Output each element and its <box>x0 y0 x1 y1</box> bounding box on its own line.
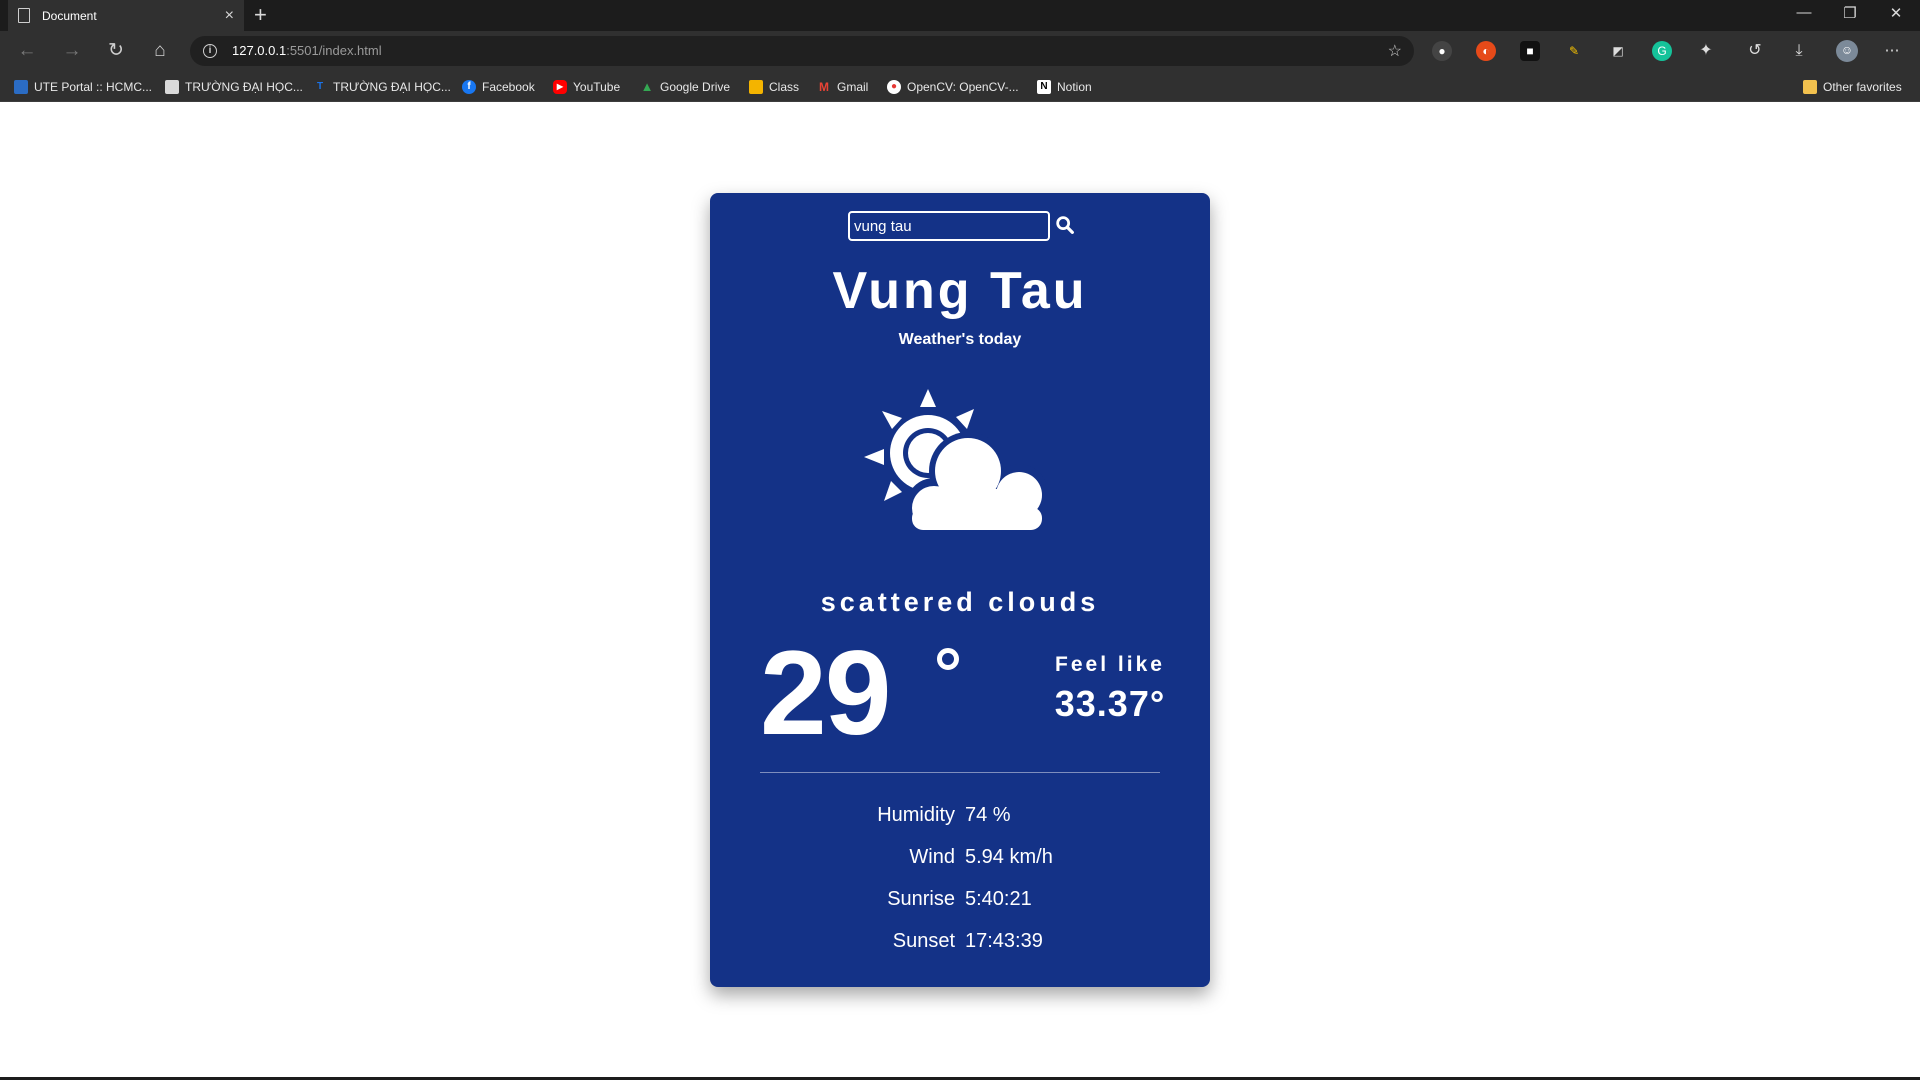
detail-row-wind: Wind 5.94 km/h <box>710 846 1210 876</box>
bookmark-item[interactable]: Class <box>749 71 799 102</box>
bookmark-label: UTE Portal :: HCMC... <box>34 79 153 94</box>
bookmark-item[interactable]: TRƯỜNG ĐẠI HỌC... <box>165 71 303 102</box>
profile-avatar[interactable]: ☺ <box>1836 40 1858 62</box>
extensions-puzzle-icon[interactable]: ✦ <box>1696 41 1716 61</box>
site-info-icon[interactable]: i <box>203 44 217 58</box>
bookmark-label: Notion <box>1057 79 1092 94</box>
bookmark-item[interactable]: ● OpenCV: OpenCV-... <box>887 71 1019 102</box>
city-search-input[interactable] <box>848 211 1050 241</box>
opencv-icon: ● <box>887 79 901 94</box>
bookmark-label: Class <box>769 79 800 94</box>
tab-close-button[interactable]: × <box>225 7 234 24</box>
minimize-icon[interactable]: — <box>1794 4 1814 21</box>
bookmark-item[interactable]: ▲ Google Drive <box>640 71 730 102</box>
address-bar[interactable]: i 127.0.0.1:5501/index.html ☆ <box>190 36 1414 66</box>
bookmark-label: Google Drive <box>660 79 731 94</box>
weather-card: Vung Tau Weather's today <box>710 193 1210 987</box>
history-icon[interactable]: ↺ <box>1745 41 1765 61</box>
weather-subtitle: Weather's today <box>898 331 1022 348</box>
detail-label: Sunrise <box>887 888 955 910</box>
bookmark-item[interactable]: T TRƯỜNG ĐẠI HỌC... <box>313 71 451 102</box>
bookmark-label: Facebook <box>482 79 535 94</box>
extension-icon[interactable]: ◩ <box>1608 41 1628 61</box>
url-host: 127.0.0.1 <box>232 43 287 58</box>
folder-icon <box>1803 79 1817 94</box>
notion-icon: N <box>1037 79 1051 94</box>
temperature-value: 29 <box>760 626 891 760</box>
bookmark-label: TRƯỜNG ĐẠI HỌC... <box>333 79 451 94</box>
grammarly-icon[interactable]: G <box>1652 41 1672 61</box>
portal-icon <box>14 79 28 94</box>
page-icon <box>18 8 30 23</box>
gmail-icon: M <box>819 79 829 94</box>
download-icon[interactable]: ⤓ <box>1789 41 1809 61</box>
bookmark-item[interactable]: N Notion <box>1037 71 1092 102</box>
detail-row-sunset: Sunset 17:43:39 <box>710 930 1210 960</box>
bookmark-label: TRƯỜNG ĐẠI HỌC... <box>185 79 303 94</box>
youtube-icon: ▶ <box>553 79 567 94</box>
extension-icon[interactable]: ● <box>1432 41 1452 61</box>
detail-label: Wind <box>909 846 955 868</box>
forward-icon[interactable]: → <box>60 39 84 63</box>
highlighter-icon[interactable]: ✎ <box>1564 41 1584 61</box>
google-drive-icon: ▲ <box>640 78 654 94</box>
search-icon[interactable] <box>1054 214 1076 236</box>
close-window-icon[interactable]: ✕ <box>1886 4 1906 22</box>
detail-value: 17:43:39 <box>965 930 1043 952</box>
reload-icon[interactable]: ↻ <box>104 39 128 63</box>
school-icon: T <box>316 80 324 92</box>
bookmark-label: Gmail <box>837 79 869 94</box>
bookmarks-bar: UTE Portal :: HCMC... TRƯỜNG ĐẠI HỌC... … <box>0 71 1920 102</box>
divider <box>760 772 1160 773</box>
add-favorite-icon[interactable]: ☆ <box>1388 41 1402 61</box>
tab-strip: Document × + — ❐ ✕ <box>0 0 1920 31</box>
bookmark-item[interactable]: M Gmail <box>817 71 868 102</box>
other-favorites-label: Other favorites <box>1823 79 1902 94</box>
url-text: 127.0.0.1:5501/index.html <box>232 43 382 58</box>
tab-document[interactable]: Document × <box>8 0 244 31</box>
bookmark-item[interactable]: UTE Portal :: HCMC... <box>14 71 152 102</box>
bookmark-item[interactable]: ▶ YouTube <box>553 71 620 102</box>
classroom-icon <box>749 79 763 94</box>
home-icon[interactable]: ⌂ <box>148 39 172 63</box>
degree-symbol-icon <box>937 648 959 670</box>
bookmark-label: YouTube <box>573 79 621 94</box>
bookmark-item[interactable]: f Facebook <box>462 71 535 102</box>
facebook-icon: f <box>462 79 476 94</box>
new-tab-button[interactable]: + <box>254 3 267 27</box>
extension-icon[interactable]: ◐ <box>1476 41 1496 61</box>
bookmark-label: OpenCV: OpenCV-... <box>907 79 1019 94</box>
other-favorites[interactable]: Other favorites <box>1803 71 1902 102</box>
detail-row-sunrise: Sunrise 5:40:21 <box>710 888 1210 918</box>
detail-row-humidity: Humidity 74 % <box>710 804 1210 834</box>
sun-cloud-icon <box>864 389 1054 539</box>
url-path: :5501/index.html <box>286 43 382 58</box>
detail-value: 5.94 km/h <box>965 846 1053 868</box>
more-menu-icon[interactable]: ⋯ <box>1882 41 1902 61</box>
school-icon <box>165 79 179 94</box>
back-icon[interactable]: ← <box>15 39 39 63</box>
detail-label: Humidity <box>877 804 955 826</box>
restore-icon[interactable]: ❐ <box>1840 4 1860 22</box>
detail-value: 5:40:21 <box>965 888 1032 910</box>
browser-toolbar: ← → ↻ ⌂ i 127.0.0.1:5501/index.html ☆ ● … <box>0 31 1920 71</box>
feel-like-value: 33.37° <box>1054 683 1166 724</box>
extension-icon[interactable]: ■ <box>1520 41 1540 61</box>
tab-title: Document <box>42 8 97 23</box>
weather-description: scattered clouds <box>820 587 1100 617</box>
city-name: Vung Tau <box>832 262 1088 320</box>
detail-label: Sunset <box>892 930 955 952</box>
feel-like-label: Feel like <box>1055 653 1165 676</box>
detail-value: 74 % <box>965 804 1011 826</box>
